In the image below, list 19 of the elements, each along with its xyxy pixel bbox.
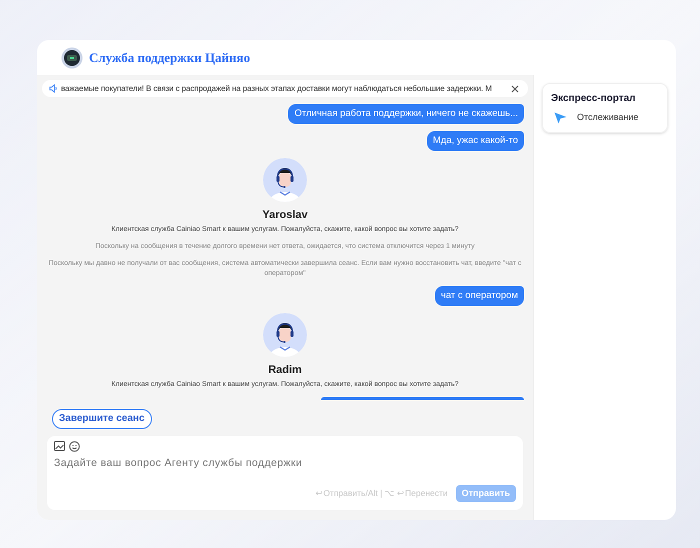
message-bubble: чат с оператором: [434, 286, 524, 306]
robot-logo-icon: [61, 46, 83, 68]
message-bubble: Отличная работа поддержки, ничего не скажешь...: [288, 104, 524, 124]
agent-avatar-icon: [263, 313, 307, 357]
image-icon[interactable]: [54, 441, 65, 451]
message-input[interactable]: Задайте ваш вопрос Агенту службы поддержки: [54, 456, 516, 472]
paper-plane-icon: [554, 112, 567, 124]
speaker-icon: [49, 84, 58, 93]
emoji-icon[interactable]: [69, 441, 80, 452]
sidebar-title: Экспресс-портал: [551, 92, 637, 106]
close-button[interactable]: [510, 84, 520, 94]
agent-name: Radim: [268, 363, 302, 377]
agent-name: Yaroslav: [262, 208, 308, 222]
message-bubble: Мда, ужас какой-то: [426, 131, 524, 151]
sidebar-link[interactable]: Отслеживание: [577, 111, 638, 124]
window-title: Служба поддержки Цайняо: [89, 48, 250, 67]
notice-text: важаемые покупатели! В связи с распродажей на разных этапах доставки могут наблюдаться небольшие задержки. М: [61, 82, 493, 94]
end-session-button[interactable]: Завершите сеанс: [52, 408, 152, 428]
agent-avatar-icon: [263, 158, 307, 202]
